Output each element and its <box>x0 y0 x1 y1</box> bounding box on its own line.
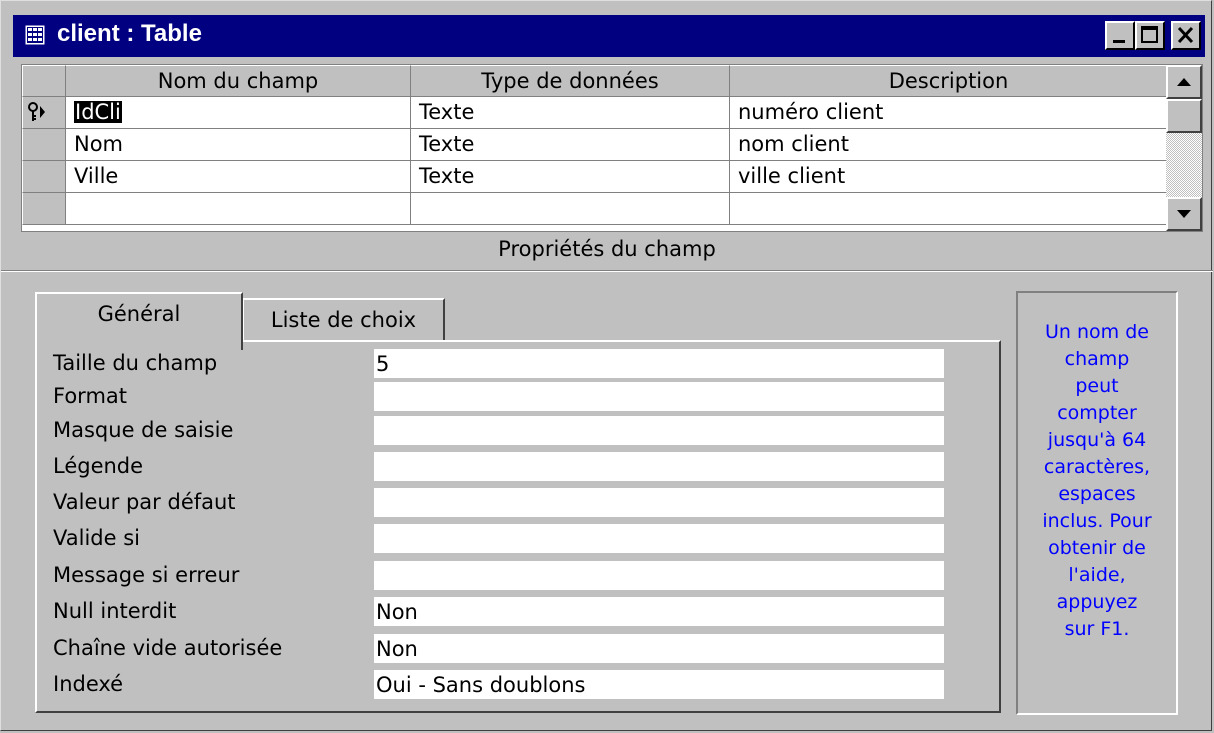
property-label: Format <box>53 384 128 408</box>
property-label: Légende <box>53 454 144 478</box>
help-line: Un nom de <box>1045 321 1149 343</box>
field-name-cell[interactable]: Ville <box>66 161 411 193</box>
tab-liste-de-choix[interactable]: Liste de choix <box>242 298 445 342</box>
primary-key-icon <box>28 102 45 121</box>
property-value-field[interactable]: Oui - Sans doublons <box>373 669 945 700</box>
close-button[interactable] <box>1171 21 1201 50</box>
help-line: l'aide, <box>1068 564 1126 586</box>
help-line: caractères, <box>1043 456 1151 478</box>
table-row[interactable]: Ville Texte ville client <box>22 161 1168 193</box>
property-label: Valeur par défaut <box>53 490 236 514</box>
row-selector[interactable] <box>22 193 66 225</box>
property-row[interactable]: Format <box>53 379 983 412</box>
grid-header-row: Nom du champ Type de données Description <box>22 65 1168 97</box>
help-text-panel: Un nom de champ peut compter jusqu'à 64 … <box>1016 291 1178 715</box>
row-selector[interactable] <box>22 97 66 129</box>
maximize-icon <box>1141 26 1158 43</box>
window-title: client : Table <box>57 20 202 47</box>
property-label: Null interdit <box>53 599 177 623</box>
help-line: espaces <box>1058 483 1136 505</box>
property-row[interactable]: Valeur par défaut <box>53 485 983 518</box>
maximize-button[interactable] <box>1135 21 1165 50</box>
scroll-down-button[interactable] <box>1166 197 1202 231</box>
property-value-field[interactable] <box>373 415 945 446</box>
minimize-button[interactable] <box>1105 21 1135 50</box>
property-value-field[interactable] <box>373 487 945 518</box>
help-line: inclus. Pour <box>1042 510 1152 532</box>
field-name-value: IdCli <box>74 100 122 124</box>
property-value-field[interactable]: Non <box>373 596 945 627</box>
divider <box>1 270 1213 272</box>
header-description[interactable]: Description <box>730 65 1168 97</box>
row-selector[interactable] <box>22 129 66 161</box>
property-row[interactable]: Chaîne vide autorisée Non <box>53 631 983 664</box>
property-value-field[interactable] <box>373 560 945 591</box>
data-type-cell[interactable] <box>411 193 730 225</box>
property-row[interactable]: Masque de saisie <box>53 413 983 446</box>
header-selector[interactable] <box>22 65 66 97</box>
property-value-field[interactable]: 5 <box>373 348 945 379</box>
property-row[interactable]: Indexé Oui - Sans doublons <box>53 667 983 700</box>
property-row[interactable]: Valide si <box>53 521 983 554</box>
property-value-field[interactable] <box>373 451 945 482</box>
scroll-thumb[interactable] <box>1166 99 1202 133</box>
field-name-cell[interactable] <box>66 193 411 225</box>
arrow-down-icon <box>1177 210 1191 218</box>
description-cell[interactable]: nom client <box>730 129 1168 161</box>
help-line: obtenir de <box>1048 537 1146 559</box>
field-properties-heading: Propriétés du champ <box>498 237 716 261</box>
general-tab-panel: Taille du champ 5 Format Masque de saisi… <box>35 340 1001 713</box>
data-type-cell[interactable]: Texte <box>411 97 730 129</box>
property-value-field[interactable] <box>373 381 945 412</box>
property-label: Taille du champ <box>53 351 218 375</box>
help-line: champ <box>1064 348 1130 370</box>
help-line: compter <box>1057 402 1137 424</box>
help-line: appuyez <box>1056 591 1138 613</box>
property-value-field[interactable] <box>373 523 945 554</box>
property-value-field[interactable]: Non <box>373 633 945 664</box>
arrow-up-icon <box>1177 78 1191 86</box>
header-data-type[interactable]: Type de données <box>411 65 730 97</box>
table-row[interactable]: Nom Texte nom client <box>22 129 1168 161</box>
table-design-window: client : Table Nom du champ Type de donn… <box>0 0 1213 731</box>
header-field-name[interactable]: Nom du champ <box>66 65 411 97</box>
property-label: Message si erreur <box>53 563 240 587</box>
help-line: jusqu'à 64 <box>1047 429 1147 451</box>
vertical-scrollbar[interactable] <box>1166 65 1202 231</box>
property-label: Masque de saisie <box>53 418 234 442</box>
property-label: Valide si <box>53 526 140 550</box>
help-line: sur F1. <box>1064 618 1130 640</box>
property-row[interactable]: Légende <box>53 449 983 482</box>
title-bar[interactable]: client : Table <box>13 15 1205 57</box>
help-line: peut <box>1075 375 1119 397</box>
tab-general[interactable]: Général <box>35 292 243 350</box>
field-name-cell[interactable]: IdCli <box>66 97 411 129</box>
property-label: Chaîne vide autorisée <box>53 636 283 660</box>
minimize-icon <box>1113 40 1125 43</box>
property-label: Indexé <box>53 672 124 696</box>
data-type-cell[interactable]: Texte <box>411 129 730 161</box>
field-grid: Nom du champ Type de données Description… <box>21 64 1203 232</box>
table-row[interactable] <box>22 193 1168 225</box>
property-row[interactable]: Message si erreur <box>53 558 983 591</box>
row-selector[interactable] <box>22 161 66 193</box>
close-icon <box>1177 26 1194 44</box>
description-cell[interactable] <box>730 193 1168 225</box>
property-row[interactable]: Taille du champ 5 <box>53 346 983 379</box>
table-icon <box>25 25 45 45</box>
scroll-up-button[interactable] <box>1166 65 1202 99</box>
field-name-cell[interactable]: Nom <box>66 129 411 161</box>
description-cell[interactable]: ville client <box>730 161 1168 193</box>
data-type-cell[interactable]: Texte <box>411 161 730 193</box>
table-row[interactable]: IdCli Texte numéro client <box>22 97 1168 129</box>
description-cell[interactable]: numéro client <box>730 97 1168 129</box>
property-row[interactable]: Null interdit Non <box>53 594 983 627</box>
